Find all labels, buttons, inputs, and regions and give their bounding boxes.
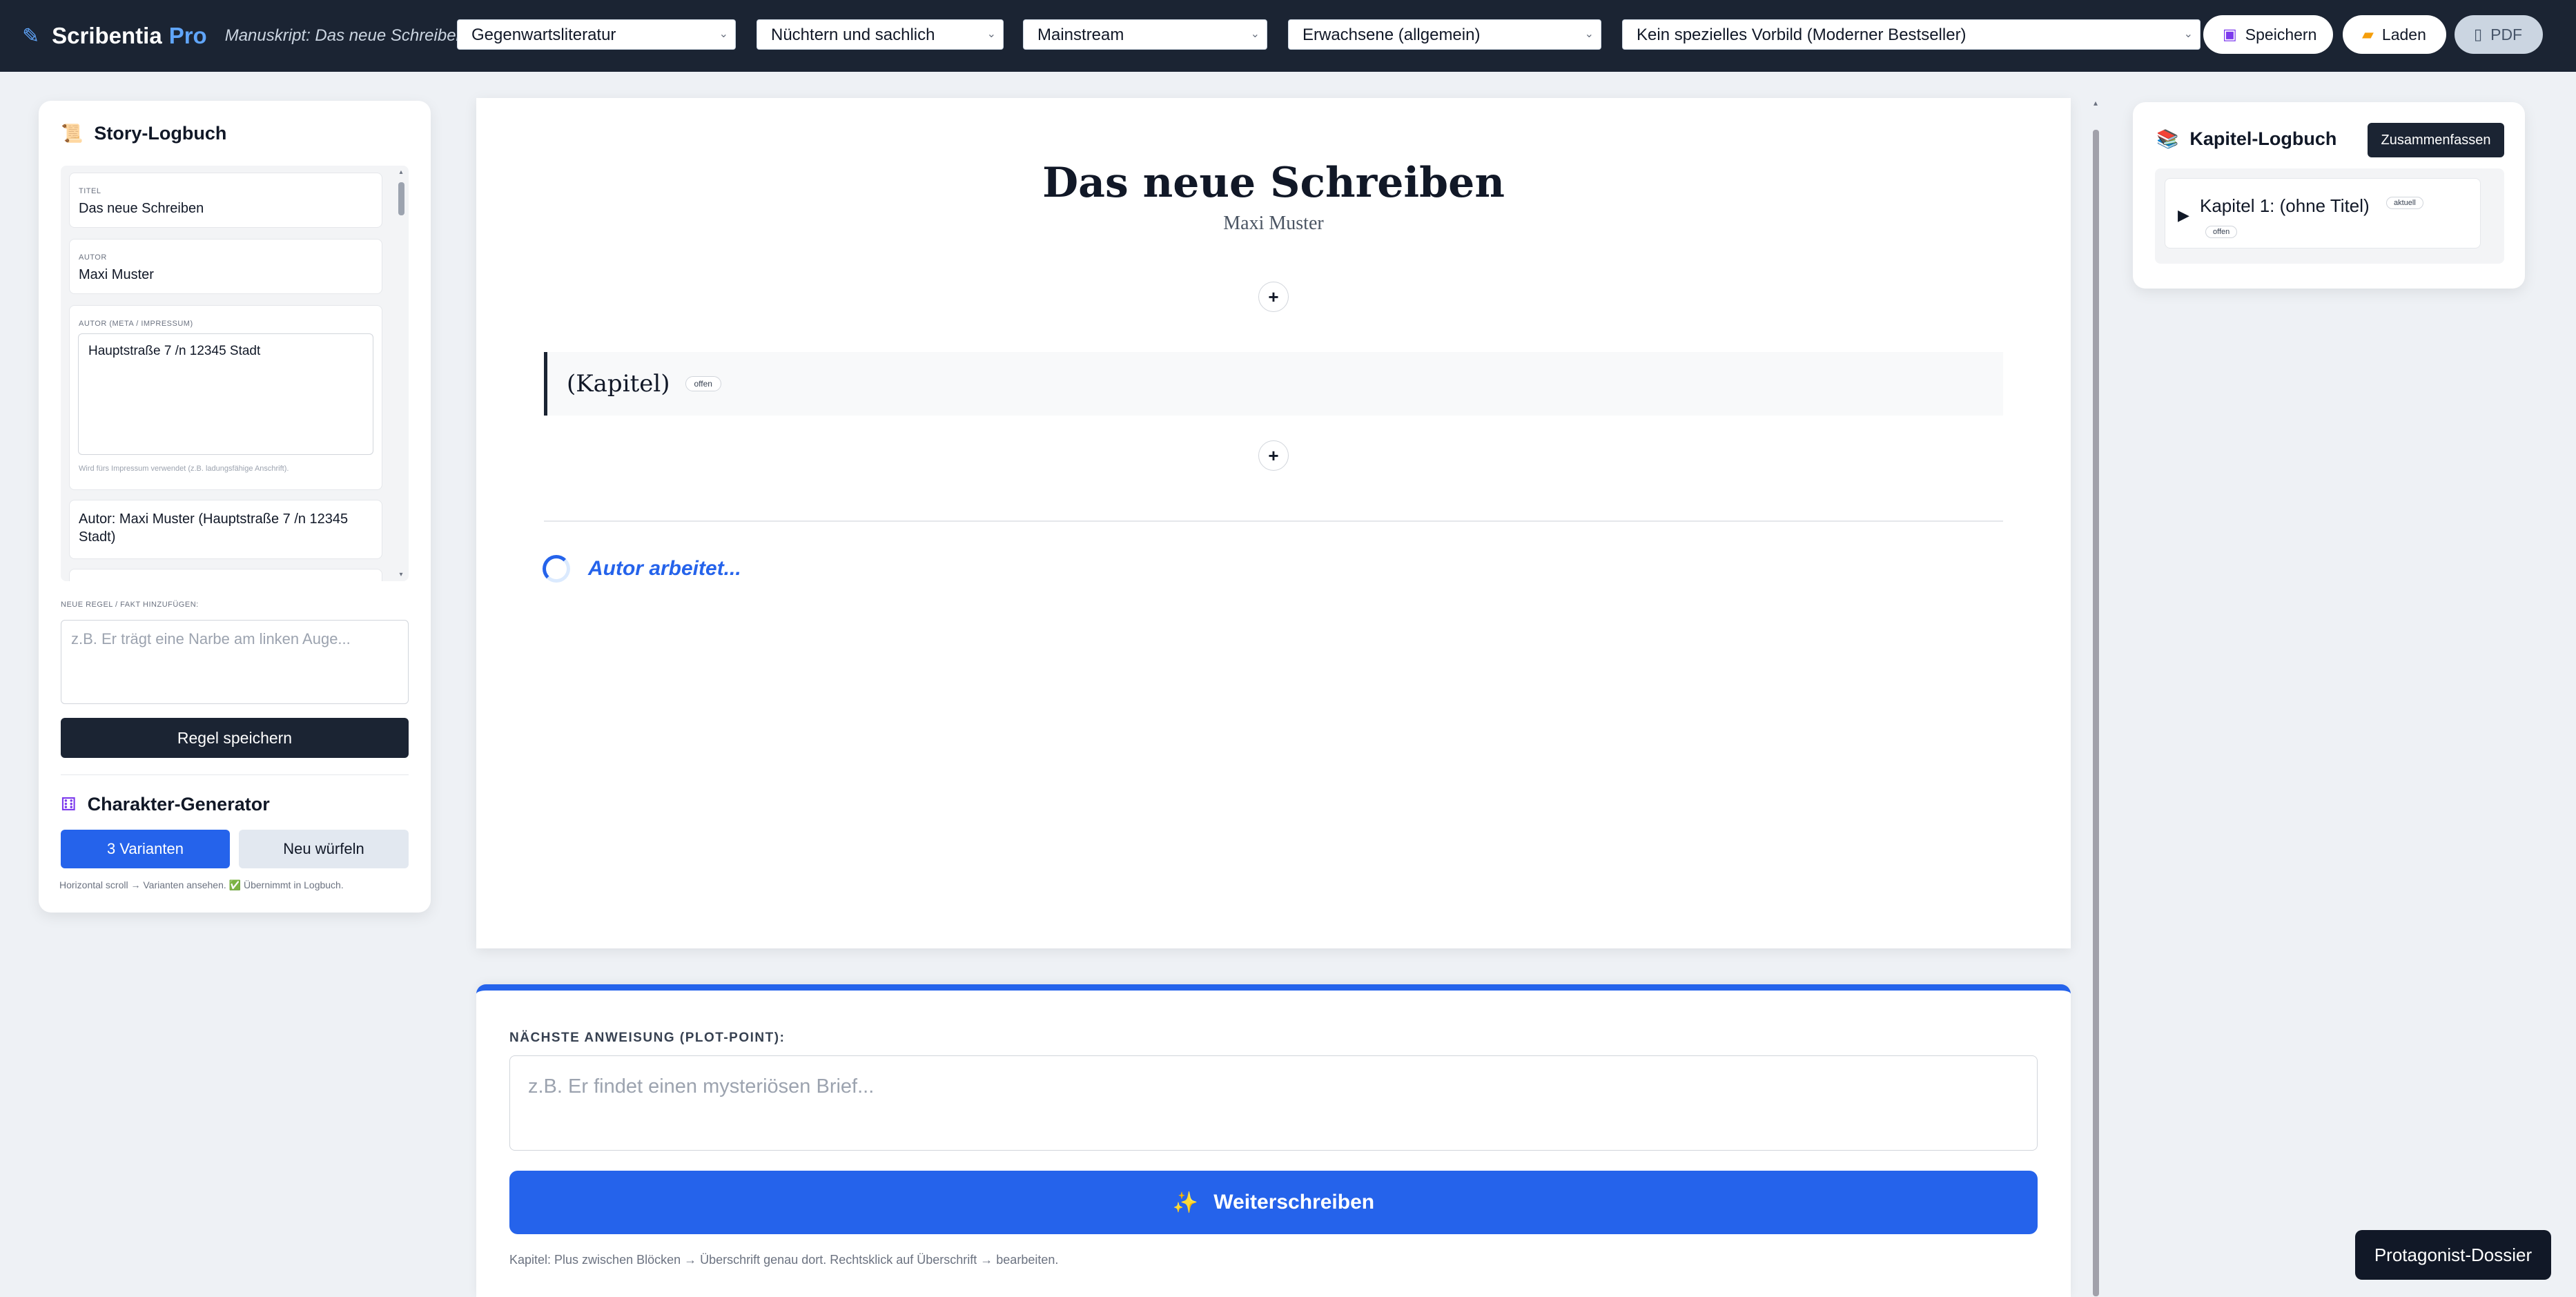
scroll-icon: 📜 xyxy=(61,123,84,144)
market-select[interactable]: Mainstream ⌄ xyxy=(1023,19,1267,50)
save-rule-button[interactable]: Regel speichern xyxy=(61,718,409,758)
story-log-header: 📜 Story-Logbuch xyxy=(61,123,226,144)
title-field[interactable]: TITEL Das neue Schreiben xyxy=(69,173,382,228)
tone-select[interactable]: Nüchtern und sachlich ⌄ xyxy=(757,19,1004,50)
chevron-down-icon: ⌄ xyxy=(719,28,728,40)
author-field[interactable]: AUTOR Maxi Muster xyxy=(69,239,382,294)
chapter-list: ▶ Kapitel 1: (ohne Titel) aktuell offen xyxy=(2155,168,2504,264)
brand-name: Scribentia xyxy=(52,23,162,48)
load-button-label: Laden xyxy=(2381,25,2426,43)
meta-field: AUTOR (META / IMPRESSUM) Wird fürs Impre… xyxy=(69,305,382,490)
check-icon: ✅ xyxy=(228,879,242,890)
spinner-icon xyxy=(543,555,570,583)
brand-suffix: Pro xyxy=(168,23,207,48)
load-button[interactable]: ▰ Laden xyxy=(2343,15,2446,54)
log-entry-text: Autor: Maxi Muster (Hauptstraße 7 /n 123… xyxy=(79,511,349,545)
model-select-value: Kein spezielles Vorbild (Moderner Bestse… xyxy=(1637,26,1967,44)
variants-button[interactable]: 3 Varianten xyxy=(61,830,230,868)
new-rule-input[interactable] xyxy=(61,620,409,704)
protagonist-dossier-button[interactable]: Protagonist-Dossier xyxy=(2355,1230,2551,1280)
continue-writing-button[interactable]: ✨ Weiterschreiben xyxy=(509,1171,2038,1234)
meta-textarea[interactable] xyxy=(78,333,373,455)
story-log-list[interactable]: TITEL Das neue Schreiben AUTOR Maxi Must… xyxy=(61,166,409,581)
chapter-heading[interactable]: (Kapitel) offen xyxy=(544,352,2003,416)
model-select[interactable]: Kein spezielles Vorbild (Moderner Bestse… xyxy=(1622,19,2201,50)
composer-label: NÄCHSTE ANWEISUNG (PLOT-POINT): xyxy=(509,1031,786,1045)
genre-select-value: Gegenwartsliteratur xyxy=(471,26,616,44)
divider xyxy=(61,774,409,775)
play-icon[interactable]: ▶ xyxy=(2178,206,2189,224)
audience-select[interactable]: Erwachsene (allgemein) ⌄ xyxy=(1288,19,1601,50)
separator xyxy=(544,520,2003,522)
summarize-button[interactable]: Zusammenfassen xyxy=(2368,123,2504,157)
plus-icon: + xyxy=(1268,445,1279,466)
new-rule-label: NEUE REGEL / FAKT HINZUFÜGEN: xyxy=(61,601,199,609)
chapter-item-name: Kapitel 1: (ohne Titel) xyxy=(2200,195,2370,216)
sparkles-icon: ✨ xyxy=(1172,1191,1199,1214)
meta-field-label: AUTOR (META / IMPRESSUM) xyxy=(79,320,193,328)
log-scroll-thumb[interactable] xyxy=(398,182,404,215)
dice-icon: ⚅ xyxy=(61,794,77,815)
chapter-status-badge: offen xyxy=(685,376,721,391)
log-scrollbar[interactable]: ▴ ▾ xyxy=(396,168,406,578)
pen-icon: ✎ xyxy=(22,24,40,48)
plus-icon: + xyxy=(1268,286,1279,307)
chapter-log-header: 📚 Kapitel-Logbuch xyxy=(2156,128,2336,150)
chevron-down-icon: ⌄ xyxy=(1584,28,1594,40)
scroll-up-icon[interactable]: ▴ xyxy=(396,168,406,176)
document-icon: ▯ xyxy=(2474,26,2483,43)
brand: ✎ Scribentia Pro xyxy=(22,23,207,49)
title-field-label: TITEL xyxy=(79,187,101,195)
char-gen-hint-suffix: Übernimmt in Logbuch. xyxy=(243,879,344,890)
log-entry[interactable]: Autor: Maxi Muster (Hauptstraße 7 /n 123… xyxy=(69,500,382,559)
insert-heading-button[interactable]: + xyxy=(1258,440,1289,471)
main-scrollbar[interactable]: ▴ xyxy=(2090,98,2101,1297)
author-field-label: AUTOR xyxy=(79,253,107,262)
pdf-button[interactable]: ▯ PDF xyxy=(2455,15,2543,54)
char-gen-hint-text: Horizontal scroll → Varianten ansehen. xyxy=(59,879,226,890)
log-entry[interactable] xyxy=(69,569,382,581)
save-button[interactable]: ▣ Speichern xyxy=(2203,15,2333,54)
folder-icon: ▰ xyxy=(2362,26,2374,43)
char-gen-header: ⚅ Charakter-Generator xyxy=(61,794,270,815)
story-log-title: Story-Logbuch xyxy=(94,123,227,144)
plot-point-input[interactable] xyxy=(509,1055,2038,1151)
working-text: Autor arbeitet... xyxy=(588,557,741,580)
pdf-button-label: PDF xyxy=(2490,25,2523,43)
meta-hint: Wird fürs Impressum verwendet (z.B. ladu… xyxy=(79,465,289,473)
chapter-title: (Kapitel) xyxy=(567,370,670,398)
floppy-icon: ▣ xyxy=(2223,26,2237,43)
current-badge: aktuell xyxy=(2386,197,2423,209)
working-indicator: Autor arbeitet... xyxy=(543,555,741,583)
scroll-down-icon[interactable]: ▾ xyxy=(396,571,406,578)
books-icon: 📚 xyxy=(2156,128,2179,149)
title-field-value: Das neue Schreiben xyxy=(79,201,204,216)
chapter-list-item[interactable]: ▶ Kapitel 1: (ohne Titel) aktuell offen xyxy=(2165,178,2481,248)
chapter-log-panel: 📚 Kapitel-Logbuch Zusammenfassen ▶ Kapit… xyxy=(2133,102,2525,289)
status-badge: offen xyxy=(2205,226,2238,238)
save-button-label: Speichern xyxy=(2245,25,2317,43)
scroll-up-icon[interactable]: ▴ xyxy=(2090,98,2101,108)
main-scroll-thumb[interactable] xyxy=(2093,130,2099,1296)
reroll-button[interactable]: Neu würfeln xyxy=(239,830,409,868)
document-title: Das neue Schreiben xyxy=(1042,159,1505,207)
insert-heading-button[interactable]: + xyxy=(1258,282,1289,312)
composer-footer: Kapitel: Plus zwischen Blöcken → Übersch… xyxy=(509,1253,1059,1267)
market-select-value: Mainstream xyxy=(1037,26,1124,44)
manuscript-sheet: Das neue Schreiben Maxi Muster + (Kapite… xyxy=(476,98,2071,948)
genre-select[interactable]: Gegenwartsliteratur ⌄ xyxy=(457,19,736,50)
chapter-log-title: Kapitel-Logbuch xyxy=(2189,128,2337,149)
author-field-value: Maxi Muster xyxy=(79,267,154,282)
char-gen-hint: Horizontal scroll → Varianten ansehen. ✅… xyxy=(59,879,344,891)
document-author: Maxi Muster xyxy=(1223,213,1324,234)
composer-panel: NÄCHSTE ANWEISUNG (PLOT-POINT): ✨ Weiter… xyxy=(476,984,2071,1297)
manuscript-title: Manuskript: Das neue Schreiben xyxy=(224,26,465,45)
char-gen-title: Charakter-Generator xyxy=(87,794,270,815)
continue-writing-label: Weiterschreiben xyxy=(1213,1191,1375,1213)
audience-select-value: Erwachsene (allgemein) xyxy=(1302,26,1481,44)
chevron-down-icon: ⌄ xyxy=(986,28,996,40)
chevron-down-icon: ⌄ xyxy=(1250,28,1260,40)
chevron-down-icon: ⌄ xyxy=(2183,28,2193,40)
tone-select-value: Nüchtern und sachlich xyxy=(771,26,935,44)
